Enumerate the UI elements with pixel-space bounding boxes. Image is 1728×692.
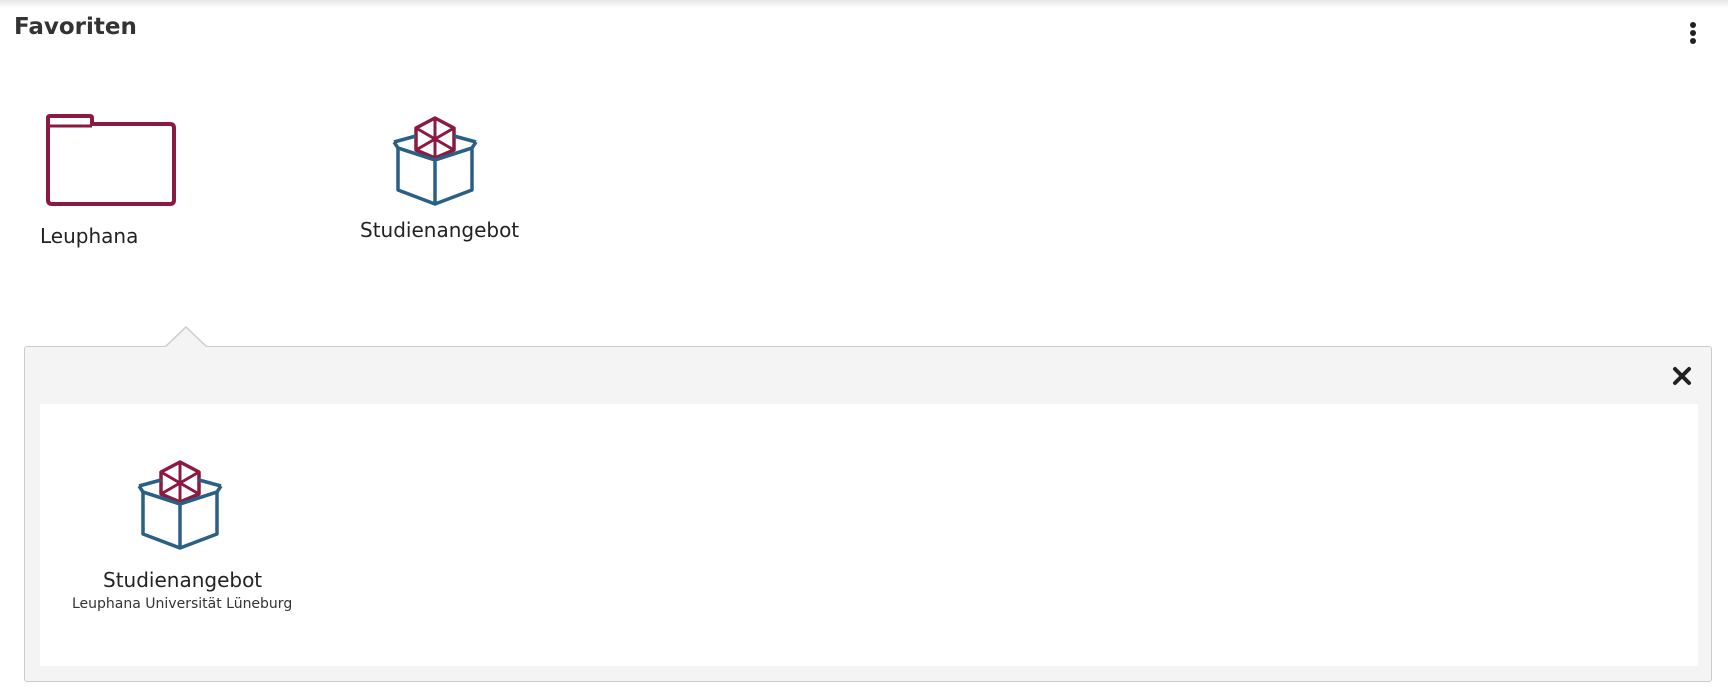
favorite-label: Studienangebot — [360, 218, 520, 242]
package-box-icon — [137, 460, 223, 550]
panel-item-studienangebot[interactable]: Studienangebot Leuphana Universität Lüne… — [60, 458, 300, 618]
vertical-ellipsis-icon[interactable] — [1682, 18, 1704, 48]
panel-content-area: Studienangebot Leuphana Universität Lüne… — [40, 404, 1698, 666]
top-shadow — [0, 0, 1728, 8]
close-icon[interactable] — [1670, 364, 1694, 388]
favorite-item-leuphana[interactable]: Leuphana — [30, 104, 190, 254]
package-box-icon — [392, 116, 478, 206]
folder-icon — [46, 114, 176, 206]
favorite-item-studienangebot[interactable]: Studienangebot — [356, 112, 520, 246]
favorite-label: Leuphana — [40, 224, 139, 248]
page-title: Favoriten — [14, 14, 137, 40]
panel-item-label: Studienangebot — [103, 568, 263, 592]
panel-item-sublabel: Leuphana Universität Lüneburg — [72, 596, 293, 612]
